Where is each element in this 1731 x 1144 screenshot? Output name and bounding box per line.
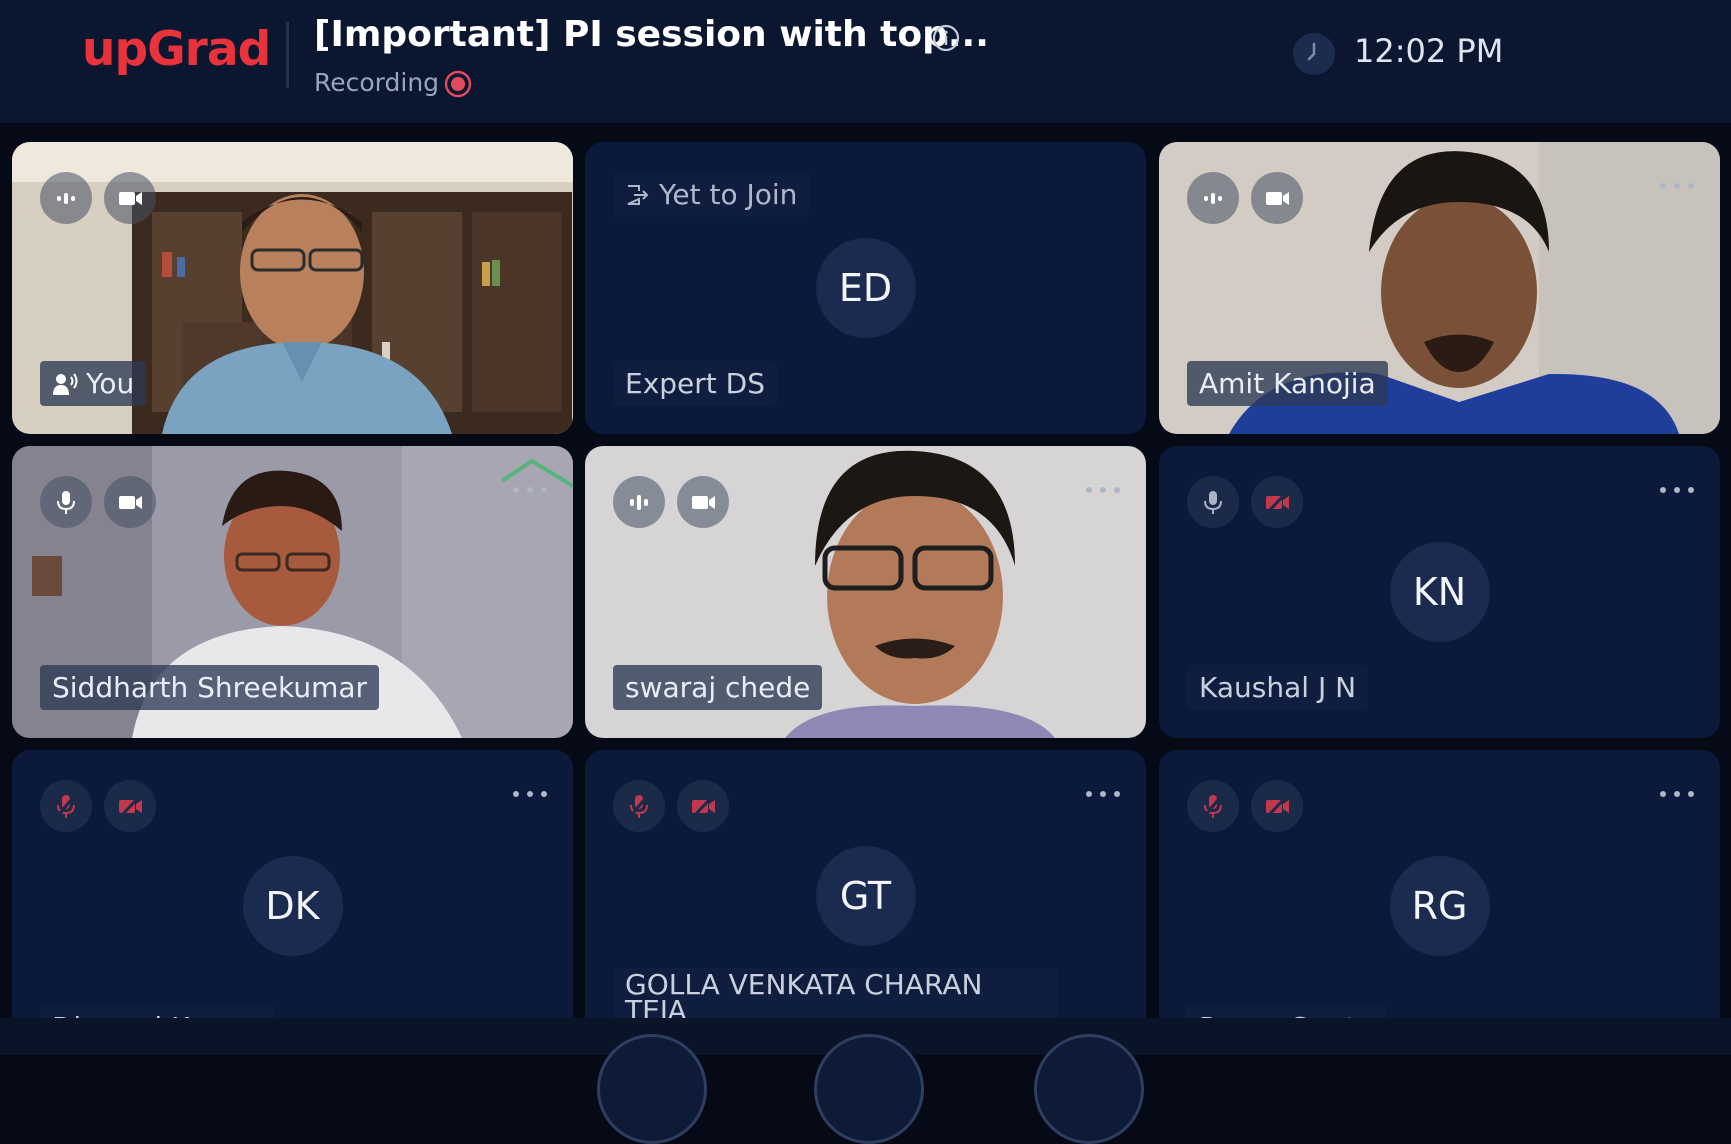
- participant-name-label: Expert DS: [625, 367, 765, 400]
- camera-icon: [1266, 192, 1289, 205]
- control-button[interactable]: [814, 1034, 924, 1144]
- clock-time: 12:02 PM: [1354, 32, 1504, 70]
- audio-level-button[interactable]: [613, 476, 665, 528]
- yet-to-join-badge: Yet to Join: [613, 172, 809, 217]
- participant-tile-you[interactable]: You: [12, 142, 573, 434]
- control-button[interactable]: [597, 1034, 707, 1144]
- mic-button[interactable]: [40, 476, 92, 528]
- camera-off-icon: [118, 793, 143, 819]
- mic-off-icon: [55, 794, 77, 818]
- mic-button[interactable]: [1187, 476, 1239, 528]
- audio-level-icon: [1204, 193, 1222, 204]
- info-icon[interactable]: [932, 24, 960, 52]
- camera-button[interactable]: [677, 476, 729, 528]
- mic-button[interactable]: [1187, 780, 1239, 832]
- camera-icon: [692, 496, 715, 509]
- camera-button[interactable]: [104, 780, 156, 832]
- audio-level-button[interactable]: [40, 172, 92, 224]
- participant-name-label: Siddharth Shreekumar: [40, 665, 380, 710]
- participant-tile-golla-venkata-charan-teja[interactable]: GT GOLLA VENKATA CHARAN TEJA: [585, 750, 1146, 1042]
- camera-button[interactable]: [677, 780, 729, 832]
- participant-tile-amit-kanojia[interactable]: Amit Kanojia: [1159, 142, 1720, 434]
- camera-button[interactable]: [104, 476, 156, 528]
- mic-off-icon: [628, 794, 650, 818]
- camera-off-icon: [1265, 793, 1290, 819]
- participant-tile-dheeraj-kumar[interactable]: DK Dheeraj Kumar: [12, 750, 573, 1042]
- more-options-icon[interactable]: [513, 480, 547, 500]
- mic-icon: [1204, 491, 1222, 514]
- participant-tile-expert-ds[interactable]: Yet to Join ED Expert DS: [585, 142, 1146, 434]
- avatar: KN: [1389, 542, 1490, 642]
- speaker-icon: [53, 373, 78, 395]
- mic-off-icon: [1202, 794, 1224, 818]
- recording-icon: [444, 70, 472, 98]
- mic-button[interactable]: [40, 780, 92, 832]
- more-options-icon[interactable]: [1086, 784, 1120, 804]
- more-options-icon[interactable]: [1660, 176, 1694, 196]
- more-options-icon[interactable]: [1086, 480, 1120, 500]
- more-options-icon[interactable]: [1660, 480, 1694, 500]
- participant-tile-rama-gupta[interactable]: RG Rama Gupta: [1159, 750, 1720, 1042]
- audio-level-icon: [57, 193, 75, 204]
- more-options-icon[interactable]: [1660, 784, 1694, 804]
- participant-tile-swaraj-chede[interactable]: swaraj chede: [585, 446, 1146, 738]
- avatar: RG: [1389, 856, 1490, 956]
- top-bar: upGrad [Important] PI session with top..…: [0, 0, 1731, 123]
- session-title: [Important] PI session with top...: [314, 14, 989, 55]
- camera-button[interactable]: [1251, 172, 1303, 224]
- avatar: GT: [815, 846, 916, 946]
- mic-button[interactable]: [613, 780, 665, 832]
- leave-icon: [627, 185, 649, 205]
- camera-button[interactable]: [104, 172, 156, 224]
- camera-icon: [119, 192, 142, 205]
- camera-icon: [119, 496, 142, 509]
- participant-tile-kaushal-j-n[interactable]: KN Kaushal J N: [1159, 446, 1720, 738]
- mic-icon: [57, 491, 75, 514]
- audio-level-icon: [630, 495, 648, 510]
- avatar: ED: [815, 238, 916, 338]
- participant-name-label: Kaushal J N: [1199, 671, 1357, 704]
- header-divider: [286, 22, 289, 88]
- participant-tile-siddharth-shreekumar[interactable]: Siddharth Shreekumar: [12, 446, 573, 738]
- camera-button[interactable]: [1251, 780, 1303, 832]
- participant-name-label: swaraj chede: [613, 665, 823, 710]
- participant-name-label: You: [40, 361, 147, 406]
- audio-level-button[interactable]: [1187, 172, 1239, 224]
- clock-icon: [1293, 33, 1335, 75]
- camera-off-icon: [1265, 489, 1290, 515]
- participant-name-label: Amit Kanojia: [1187, 361, 1388, 406]
- upgrad-logo: upGrad: [82, 22, 271, 77]
- more-options-icon[interactable]: [513, 784, 547, 804]
- control-button[interactable]: [1034, 1034, 1144, 1144]
- recording-label: Recording: [314, 68, 440, 97]
- avatar: DK: [242, 856, 343, 956]
- camera-off-icon: [691, 793, 716, 819]
- camera-button[interactable]: [1251, 476, 1303, 528]
